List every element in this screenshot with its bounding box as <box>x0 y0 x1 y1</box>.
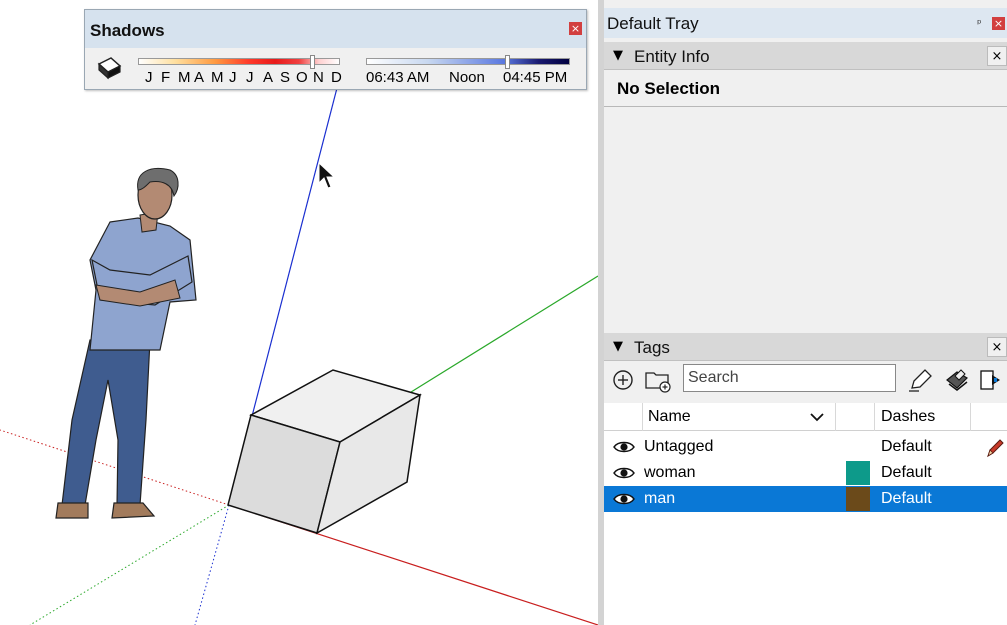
entity-info-body: No Selection <box>604 71 1007 333</box>
red-axis-negative <box>0 429 230 506</box>
shadows-window: Shadows × JFMAMJJASOND 06:43 AM Noon 04:… <box>84 9 587 90</box>
tag-dashes[interactable]: Default <box>881 438 932 456</box>
add-tag-folder-icon[interactable] <box>644 366 672 394</box>
column-separator <box>642 403 643 431</box>
visibility-eye-icon[interactable] <box>613 439 635 455</box>
tag-name[interactable]: woman <box>644 464 696 482</box>
name-column-header[interactable]: Name <box>648 408 691 426</box>
tag-name[interactable]: Untagged <box>644 438 713 456</box>
shadows-titlebar[interactable]: Shadows × <box>85 10 586 48</box>
tray-title: Default Tray <box>607 14 699 33</box>
month-slider-thumb[interactable] <box>309 55 315 69</box>
model-viewport[interactable]: Shadows × JFMAMJJASOND 06:43 AM Noon 04:… <box>0 0 598 625</box>
time-slider-track[interactable] <box>366 58 570 65</box>
tag-dashes[interactable]: Default <box>881 490 932 508</box>
shadows-title: Shadows <box>90 21 165 40</box>
time-noon-label: Noon <box>449 69 485 86</box>
tag-row-untagged[interactable]: Untagged Default <box>604 434 1007 460</box>
green-axis-negative <box>29 504 230 625</box>
tag-row-man[interactable]: man Default <box>604 486 1007 512</box>
tags-title: Tags <box>634 338 670 357</box>
collapse-arrow-icon[interactable]: ▼ <box>613 48 623 63</box>
month-label: J <box>229 69 237 86</box>
scene-canvas[interactable] <box>0 0 598 625</box>
dashes-column-header[interactable]: Dashes <box>881 408 935 426</box>
default-tray: Default Tray ᵖ × ▼ Entity Info × No Sele… <box>604 0 1007 625</box>
month-label: F <box>161 69 171 86</box>
tray-pin-icon[interactable]: ᵖ <box>977 17 982 30</box>
column-separator <box>874 403 875 431</box>
entity-info-header[interactable]: ▼ Entity Info × <box>604 42 1007 70</box>
tag-color-swatch[interactable] <box>846 461 870 485</box>
tag-dashes[interactable]: Default <box>881 464 932 482</box>
month-label: M <box>178 69 191 86</box>
tag-name[interactable]: man <box>644 490 675 508</box>
month-label: A <box>263 69 274 86</box>
time-end-label: 04:45 PM <box>503 69 568 86</box>
entity-info-title: Entity Info <box>634 47 710 66</box>
tags-table: Name Dashes Untagged Default woman Defau… <box>604 403 1007 625</box>
tray-titlebar[interactable]: Default Tray ᵖ × <box>604 8 1007 38</box>
blue-axis-negative <box>194 504 230 625</box>
month-label: M <box>211 69 224 86</box>
man-figure[interactable] <box>55 167 197 519</box>
box-model[interactable] <box>227 369 422 535</box>
divider <box>604 106 1007 107</box>
tag-row-woman[interactable]: woman Default <box>604 460 1007 486</box>
active-tag-pencil-icon <box>987 439 1004 458</box>
time-slider-thumb[interactable] <box>504 55 510 69</box>
shadows-close-button[interactable]: × <box>569 22 582 35</box>
shadow-toggle-icon[interactable] <box>95 54 123 82</box>
month-label: O <box>296 69 308 86</box>
month-label: S <box>280 69 291 86</box>
visibility-eye-icon[interactable] <box>613 491 635 507</box>
time-start-label: 06:43 AM <box>366 69 430 86</box>
selection-status: No Selection <box>617 79 720 98</box>
month-label: N <box>313 69 324 86</box>
entity-info-close-button[interactable]: × <box>987 46 1007 66</box>
column-separator <box>970 403 971 431</box>
month-labels: JFMAMJJASOND <box>145 69 347 89</box>
visibility-eye-icon[interactable] <box>613 465 635 481</box>
tags-header[interactable]: ▼ Tags × <box>604 333 1007 361</box>
details-menu-icon[interactable] <box>978 366 1006 394</box>
column-separator <box>835 403 836 431</box>
mouse-cursor-icon <box>318 162 336 189</box>
tag-tool-icon[interactable] <box>907 366 935 394</box>
month-label: J <box>246 69 254 86</box>
collapse-arrow-icon[interactable]: ▼ <box>613 339 623 354</box>
month-label: D <box>331 69 342 86</box>
tags-table-header: Name Dashes <box>604 403 1007 431</box>
add-tag-icon[interactable] <box>610 366 638 394</box>
tags-search-input[interactable] <box>683 364 896 392</box>
tag-color-swatch[interactable] <box>846 487 870 511</box>
color-by-tag-icon[interactable] <box>943 366 971 394</box>
tags-close-button[interactable]: × <box>987 337 1007 357</box>
tray-close-button[interactable]: × <box>992 17 1005 30</box>
month-label: A <box>194 69 205 86</box>
chevron-down-icon[interactable] <box>809 410 825 424</box>
tags-toolbar <box>604 361 1007 401</box>
month-label: J <box>145 69 153 86</box>
